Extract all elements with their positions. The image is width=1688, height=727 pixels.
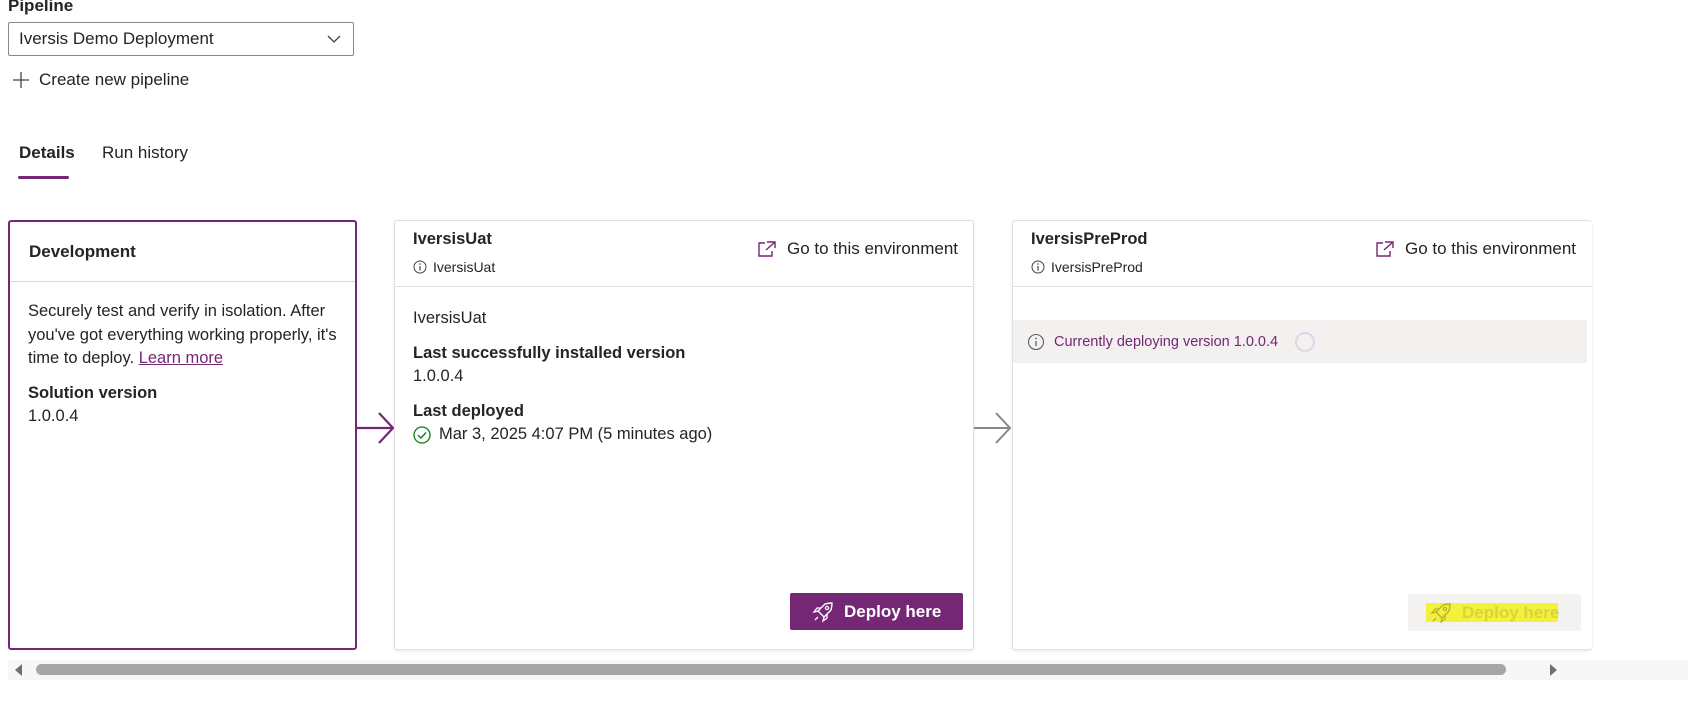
pipeline-dropdown[interactable]: Iversis Demo Deployment	[8, 22, 354, 56]
create-pipeline-label: Create new pipeline	[39, 70, 190, 89]
plus-icon	[13, 72, 29, 88]
solution-version-value: 1.0.0.4	[28, 407, 79, 425]
pipeline-selected-value: Iversis Demo Deployment	[19, 29, 214, 48]
development-stage-card: Development Securely test and verify in …	[8, 220, 357, 650]
stage-card-iversispreprod: IversisPreProd IversisPreProd Go to this…	[1012, 220, 1592, 650]
installed-version-value: 1.0.0.4	[413, 367, 464, 385]
last-deployed-label: Last deployed	[413, 401, 524, 420]
deploy-here-button-disabled[interactable]: Deploy here	[1408, 594, 1582, 631]
go-to-environment-label: Go to this environment	[1405, 239, 1577, 258]
environment-name: IversisUat	[433, 259, 496, 275]
horizontal-scrollbar[interactable]	[8, 660, 1688, 680]
deploy-here-label: Deploy here	[1462, 602, 1560, 622]
chevron-down-icon	[327, 35, 341, 43]
go-to-environment-label: Go to this environment	[787, 239, 959, 258]
active-tab-indicator	[18, 176, 69, 179]
deployment-status-bar: Currently deploying version 1.0.0.4	[1013, 320, 1587, 363]
stage-name: IversisUat	[413, 230, 492, 248]
last-deployed-value: Mar 3, 2025 4:07 PM (5 minutes ago)	[439, 425, 713, 443]
solution-version-label: Solution version	[28, 383, 158, 402]
info-icon	[1027, 333, 1045, 350]
last-deployed-row: Mar 3, 2025 4:07 PM (5 minutes ago)	[413, 423, 712, 447]
info-icon	[413, 260, 427, 274]
stage-body-name: IversisUat	[413, 309, 487, 327]
stage-environment: IversisUat	[413, 259, 495, 275]
pipeline-label: Pipeline	[8, 0, 74, 15]
deploy-here-button[interactable]: Deploy here	[790, 593, 964, 630]
info-icon	[1031, 260, 1045, 274]
development-title: Development	[10, 222, 355, 282]
check-circle-icon	[413, 426, 431, 444]
deploy-here-label: Deploy here	[844, 601, 942, 621]
scroll-thumb[interactable]	[36, 664, 1506, 675]
arrow-right-icon	[974, 412, 1012, 444]
scroll-left-icon[interactable]	[14, 664, 24, 676]
open-external-icon	[758, 241, 776, 257]
go-to-environment-link[interactable]: Go to this environment	[1375, 239, 1576, 259]
stage-card-iversisuat: IversisUat IversisUat Go to this environ…	[394, 220, 974, 650]
development-description: Securely test and verify in isolation. A…	[28, 300, 337, 371]
installed-version-label: Last successfully installed version	[413, 343, 686, 362]
environment-name: IversisPreProd	[1051, 259, 1143, 275]
deployment-status-text: Currently deploying version 1.0.0.4	[1054, 333, 1279, 350]
create-pipeline-button[interactable]: Create new pipeline	[12, 70, 189, 90]
arrow-right-icon	[357, 412, 395, 444]
rocket-icon	[812, 601, 833, 623]
tab-run-history[interactable]: Run history	[102, 143, 188, 163]
loading-spinner-icon	[1295, 331, 1316, 352]
tab-details[interactable]: Details	[19, 143, 75, 163]
scroll-right-icon[interactable]	[1548, 664, 1558, 676]
stage-name: IversisPreProd	[1031, 230, 1148, 248]
rocket-icon	[1430, 602, 1451, 624]
go-to-environment-link[interactable]: Go to this environment	[757, 239, 958, 259]
learn-more-link[interactable]: Learn more	[139, 349, 223, 367]
open-external-icon	[1376, 241, 1394, 257]
stage-environment: IversisPreProd	[1031, 259, 1143, 275]
